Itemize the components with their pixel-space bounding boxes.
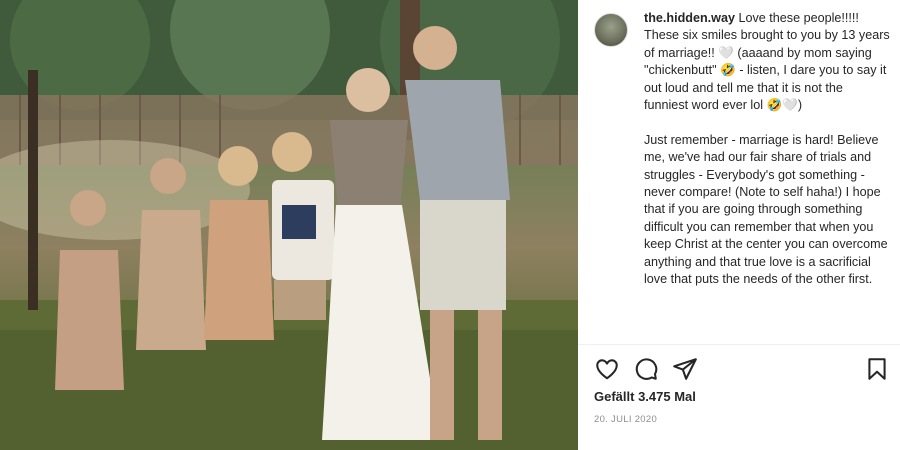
caption-text: the.hidden.way Love these people!!!!! Th… (644, 10, 890, 289)
paper-plane-icon[interactable] (672, 356, 698, 382)
username-link[interactable]: the.hidden.way (644, 11, 735, 25)
caption-area: the.hidden.way Love these people!!!!! Th… (594, 10, 890, 340)
comment-icon[interactable] (633, 356, 659, 382)
post-photo[interactable] (0, 0, 578, 450)
heart-icon[interactable] (594, 356, 620, 382)
likes-count[interactable]: Gefällt 3.475 Mal (594, 389, 696, 404)
bookmark-icon[interactable] (864, 356, 890, 382)
action-bar (594, 356, 890, 382)
family-photo-illustration (0, 0, 578, 450)
caption-body: Love these people!!!!! These six smiles … (644, 11, 890, 287)
avatar[interactable] (594, 13, 628, 47)
divider (578, 344, 900, 345)
post-side-panel: the.hidden.way Love these people!!!!! Th… (578, 0, 900, 450)
post-date: 20. JULI 2020 (594, 414, 658, 425)
